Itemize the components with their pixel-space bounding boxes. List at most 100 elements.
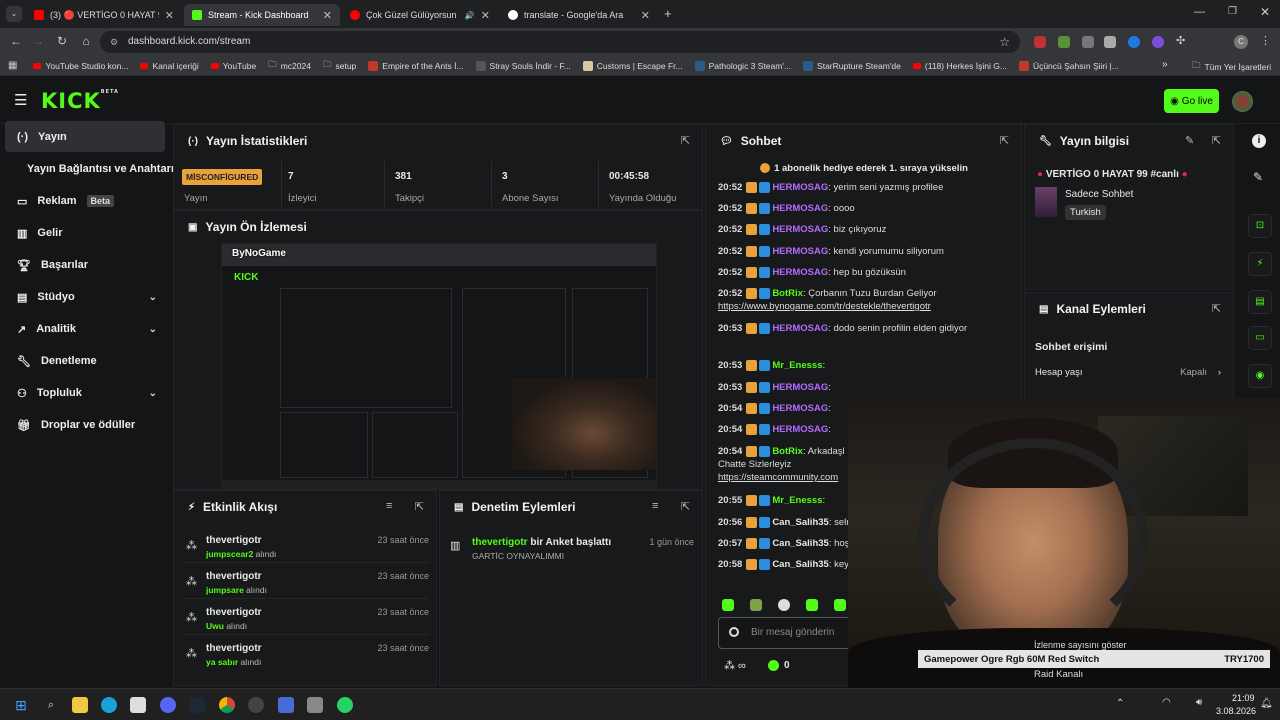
edit-layout-icon[interactable]: ✎ — [1253, 170, 1263, 184]
all-bookmarks-folder[interactable]: 🗀 Tüm Yer İşaretleri — [1192, 60, 1271, 74]
chat-username[interactable]: BotRix — [772, 446, 803, 457]
chat-link[interactable]: https://steamcommunity.com — [718, 472, 838, 483]
edge-icon[interactable] — [101, 697, 117, 713]
chat-username[interactable]: HERMOSAG — [772, 323, 828, 334]
close-window-button[interactable]: ✕ — [1260, 5, 1270, 19]
stream-preview-video[interactable]: KICK ByNoGame — [221, 243, 657, 489]
sidebar-item-stream-key[interactable]: Yayın Bağlantısı ve Anahtarı — [5, 154, 174, 184]
new-tab-button[interactable]: + — [664, 6, 672, 21]
extension-icon[interactable] — [1034, 36, 1046, 48]
clock-time[interactable]: 21:09 — [1232, 693, 1255, 703]
reload-icon[interactable]: ↻ — [52, 34, 72, 48]
chat-username[interactable]: HERMOSAG — [772, 267, 828, 278]
chat-username[interactable]: BotRix — [772, 288, 803, 299]
tab-youtube-video[interactable]: Çok Güzel Gülüyorsun | You 🔊 ✕ — [342, 4, 498, 26]
bookmark-item[interactable]: Stray Souls İndir - F... — [475, 60, 571, 71]
bookmark-item[interactable]: Customs | Escape Fr... — [582, 60, 683, 71]
filter-icon[interactable]: ≡ — [386, 500, 392, 512]
popout-icon[interactable]: ⇱ — [681, 134, 690, 147]
sidebar-item-droplar[interactable]: 🎁︎ Droplar ve ödüller — [5, 410, 165, 440]
sidebar-item-denetleme[interactable]: 🔧︎ Denetleme — [5, 346, 165, 376]
emote-icon[interactable] — [806, 599, 818, 611]
chrome-icon[interactable] — [219, 697, 235, 713]
tab-youtube-live[interactable]: (3) 🔴 VERTİGO 0 HAYAT 99 #c ✕ — [26, 4, 182, 26]
tab-kick-dashboard[interactable]: Stream - Kick Dashboard ✕ — [184, 4, 340, 26]
sidebar-item-reklam[interactable]: ▭ Reklam Beta — [5, 186, 165, 216]
extension-icon[interactable] — [1152, 36, 1164, 48]
bookmark-item[interactable]: Üçüncü Şahsın Şiiri |... — [1018, 60, 1119, 71]
chat-username[interactable]: HERMOSAG — [772, 246, 828, 257]
chat-username[interactable]: HERMOSAG — [772, 424, 828, 435]
url-field[interactable]: ⚙ dashboard.kick.com/stream ☆ — [100, 31, 1020, 53]
pinned-banner[interactable]: 1 abonelik hediye ederek 1. sıraya yükse… — [706, 159, 1021, 179]
sidebar-item-yayin[interactable]: (·) Yayın — [5, 121, 165, 152]
hamburger-menu-icon[interactable]: ☰ — [14, 91, 27, 109]
sidebar-item-gelir[interactable]: ▥ Gelir — [5, 218, 165, 248]
extensions-puzzle-icon[interactable]: ✣ — [1176, 34, 1185, 47]
chat-username[interactable]: Mr_Enesss — [772, 495, 822, 506]
bookmark-folder[interactable]: 🗀 setup — [323, 59, 356, 73]
screenshot-icon[interactable]: ⊡ — [1248, 214, 1272, 238]
close-icon[interactable]: ✕ — [641, 9, 650, 22]
bookmark-item[interactable]: (118) Herkes İşini G... — [912, 61, 1007, 71]
chat-username[interactable]: HERMOSAG — [772, 224, 828, 235]
extension-icon[interactable] — [1104, 36, 1116, 48]
whatsapp-icon[interactable] — [337, 697, 353, 713]
extension-icon[interactable] — [1082, 36, 1094, 48]
popout-icon[interactable]: ⇱ — [415, 500, 424, 513]
chat-bubble-icon[interactable]: ▭ — [1248, 326, 1272, 350]
kick-logo[interactable]: KICKBETA — [41, 89, 119, 113]
bookmark-star-icon[interactable]: ☆ — [999, 31, 1010, 53]
close-icon[interactable]: ✕ — [481, 9, 490, 22]
tray-chevron-up-icon[interactable]: ⌃ — [1116, 698, 1124, 709]
sidebar-item-analitik[interactable]: ↗ Analitik ⌄ — [5, 314, 165, 344]
clipboard-icon[interactable]: ▤ — [1248, 290, 1272, 314]
emote-icon[interactable] — [778, 599, 790, 611]
browser-menu-icon[interactable]: ⋮ — [1260, 34, 1271, 47]
profile-avatar[interactable]: C — [1234, 35, 1248, 49]
close-icon[interactable]: ✕ — [165, 9, 174, 22]
bookmark-item[interactable]: Pathologic 3 Steam'... — [694, 60, 791, 71]
chat-username[interactable]: HERMOSAG — [772, 382, 828, 393]
game-icon[interactable] — [307, 697, 323, 713]
chat-username[interactable]: Can_Salih35 — [772, 538, 829, 549]
forward-icon[interactable]: → — [28, 34, 48, 48]
bookmark-item[interactable]: YouTube Studio kon... — [33, 61, 128, 71]
windows-start-icon[interactable]: ⊞ — [13, 697, 29, 713]
popout-icon[interactable]: ⇱ — [1000, 134, 1009, 147]
back-icon[interactable]: ← — [6, 34, 26, 48]
home-icon[interactable]: ⌂ — [76, 34, 96, 48]
store-icon[interactable] — [130, 697, 146, 713]
lightning-icon[interactable]: ⚡︎ — [1248, 252, 1272, 276]
file-explorer-icon[interactable] — [72, 697, 88, 713]
edit-pencil-icon[interactable]: ✎ — [1185, 134, 1194, 147]
tab-search-button[interactable]: ⌄ — [6, 6, 22, 22]
wifi-icon[interactable]: ◠ — [1162, 697, 1171, 708]
emote-icon[interactable] — [750, 599, 762, 611]
maximize-button[interactable]: ❐ — [1228, 6, 1237, 17]
apps-icon[interactable]: ▦ — [8, 60, 17, 71]
app-icon[interactable] — [278, 697, 294, 713]
filter-icon[interactable]: ≡ — [652, 500, 658, 512]
broadcast-icon[interactable]: ◉ — [1248, 364, 1272, 388]
more-bookmarks-icon[interactable]: » — [1162, 59, 1168, 70]
chat-username[interactable]: HERMOSAG — [772, 182, 828, 193]
chat-username[interactable]: HERMOSAG — [772, 203, 828, 214]
site-info-icon[interactable]: ⚙ — [110, 31, 118, 53]
volume-icon[interactable]: 🔊︎ — [1196, 697, 1202, 708]
discord-icon[interactable] — [160, 697, 176, 713]
emote-icon[interactable] — [722, 599, 734, 611]
popout-icon[interactable]: ⇱ — [1212, 302, 1221, 315]
popout-icon[interactable]: ⇱ — [681, 500, 690, 513]
chat-username[interactable]: Can_Salih35 — [772, 559, 829, 570]
obs-icon[interactable] — [248, 697, 264, 713]
chat-username[interactable]: Can_Salih35 — [772, 517, 829, 528]
sidebar-item-topluluk[interactable]: ⚇ Topluluk ⌄ — [5, 378, 165, 408]
chat-username[interactable]: Mr_Enesss — [772, 360, 822, 371]
account-age-setting[interactable]: Hesap yaşı Kapalı › — [1035, 367, 1223, 383]
chat-link[interactable]: https://www.bynogame.com/tr/destekle/the… — [718, 301, 931, 312]
bookmark-folder[interactable]: 🗀 mc2024 — [268, 59, 311, 73]
bookmark-item[interactable]: StarRupture Steam'de — [803, 60, 901, 71]
extension-icon[interactable] — [1058, 36, 1070, 48]
sidebar-item-studyo[interactable]: ▤ Stüdyo ⌄ — [5, 282, 165, 312]
